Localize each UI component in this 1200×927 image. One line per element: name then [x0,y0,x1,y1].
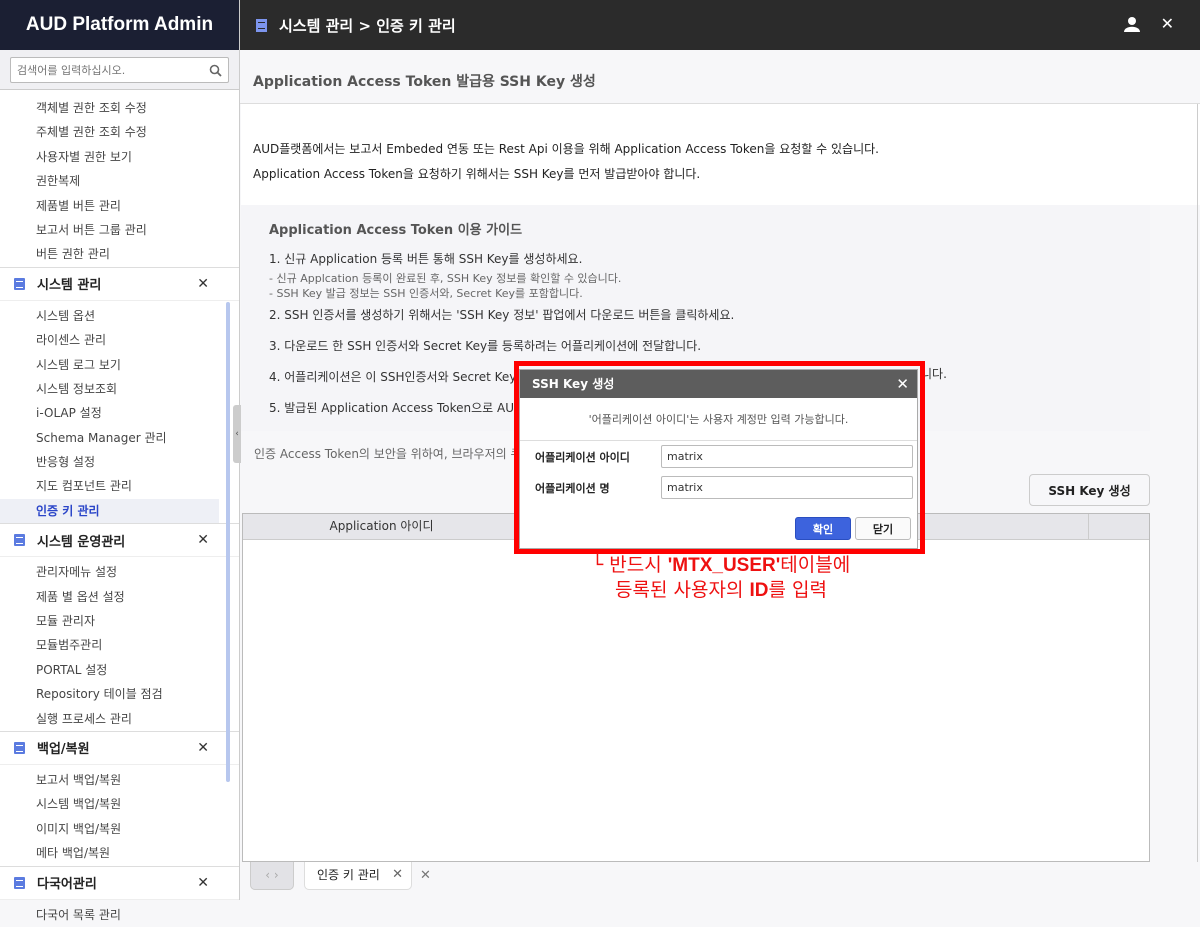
sidebar-section[interactable]: 시스템 관리 ✕ [0,266,239,301]
annotation-bold: 'MTX_USER' [667,555,781,576]
dialog-note: '어플리케이션 아이디'는 사용자 계정만 입력 가능합니다. [520,398,917,441]
dialog-close-icon[interactable]: ✕ [896,370,909,398]
dialog-buttons: 확인 닫기 [795,517,911,540]
sidebar: AUD Platform Admin 객체별 권한 조회 수정주체별 권한 조회… [0,0,240,922]
sidebar-item[interactable]: 보고서 버튼 그룹 관리 [0,218,219,242]
annotation: └ 반드시 'MTX_USER'테이블에 등록된 사용자의 ID를 입력 [556,553,886,603]
sidebar-section[interactable]: 백업/복원 ✕ [0,730,239,765]
sidebar-item[interactable]: 제품 별 옵션 설정 [0,585,219,609]
annotation-text: └ 반드시 [591,554,668,576]
tab-auth-key[interactable]: 인증 키 관리 ✕ [304,862,412,890]
close-button[interactable]: 닫기 [855,517,911,540]
sidebar-item[interactable]: 모듈범주관리 [0,633,219,657]
annotation-bold: ID [749,580,769,601]
search-input[interactable] [17,63,209,77]
bottom-tab-bar: ‹ › 인증 키 관리 ✕ ✕ [240,862,1200,900]
sidebar-item[interactable]: 버튼 권한 관리 [0,242,219,266]
document-icon [14,534,25,547]
sidebar-item[interactable]: 인증 키 관리 [0,498,219,524]
description-line: AUD플랫폼에서는 보고서 Embeded 연동 또는 Rest Api 이용을… [253,142,879,156]
search-box [10,57,229,83]
ssh-key-generate-button[interactable]: SSH Key 생성 [1029,474,1150,506]
page-title: Application Access Token 발급용 SSH Key 생성 [240,51,1200,104]
top-bar: 시스템 관리 > 인증 키 관리 ✕ [240,0,1200,50]
sidebar-item[interactable]: 사용자별 권한 보기 [0,145,219,169]
collapse-section-icon[interactable]: ✕ [197,875,209,891]
close-all-tabs-icon[interactable]: ✕ [420,868,431,883]
document-icon [14,741,25,754]
collapse-section-icon[interactable]: ✕ [197,532,209,548]
sidebar-section-label: 시스템 운영관리 [37,534,126,550]
sidebar-item[interactable]: 제품별 버튼 관리 [0,194,219,218]
sidebar-item[interactable]: Repository 테이블 점검 [0,682,219,706]
sidebar-item[interactable]: 반응형 설정 [0,450,219,474]
sidebar-section[interactable]: 다국어관리 ✕ [0,865,239,900]
field-row: 어플리케이션 아이디 [520,441,917,472]
column-header[interactable]: Application 아이디 [243,514,521,539]
dialog-header: SSH Key 생성 ✕ [520,370,917,398]
sidebar-item[interactable]: 보고서 백업/복원 [0,768,219,792]
confirm-button[interactable]: 확인 [795,517,851,540]
close-icon[interactable]: ✕ [1161,14,1174,33]
guide-sub: - 신규 Applcation 등록이 완료된 후, SSH Key 정보를 확… [269,272,622,285]
description: AUD플랫폼에서는 보고서 Embeded 연동 또는 Rest Api 이용을… [241,104,1200,205]
sidebar-item[interactable]: 라이센스 관리 [0,328,219,352]
guide-sub: - SSH Key 발급 정보는 SSH 인증서와, Secret Key를 포… [269,287,583,300]
sidebar-section-label: 다국어관리 [37,877,97,893]
search-area [0,50,239,90]
sidebar-item[interactable]: Schema Manager 관리 [0,426,219,450]
sidebar-item[interactable]: 시스템 로그 보기 [0,353,219,377]
guide-title: Application Access Token 이용 가이드 [269,223,523,238]
sidebar-item[interactable]: 이미지 백업/복원 [0,817,219,841]
ssh-key-dialog: SSH Key 생성 ✕ '어플리케이션 아이디'는 사용자 계정만 입력 가능… [519,369,918,549]
sidebar-scrollbar[interactable] [226,302,230,782]
sidebar-item[interactable]: 주체별 권한 조회 수정 [0,120,219,144]
sidebar-item[interactable]: PORTAL 설정 [0,658,219,682]
annotation-text: 등록된 사용자의 [615,579,750,601]
tab-close-icon[interactable]: ✕ [392,862,403,888]
sidebar-item[interactable]: 객체별 권한 조회 수정 [0,96,219,120]
sidebar-item[interactable]: i-OLAP 설정 [0,401,219,425]
sidebar-item[interactable]: 시스템 옵션 [0,304,219,328]
sidebar-section-label: 백업/복원 [37,742,90,758]
guide-step: 2. SSH 인증서를 생성하기 위해서는 'SSH Key 정보' 팝업에서 … [269,308,735,322]
guide-step: 1. 신규 Application 등록 버튼 통해 SSH Key를 생성하세… [269,252,583,266]
document-icon [14,876,25,889]
breadcrumb: 시스템 관리 > 인증 키 관리 [279,16,456,35]
sidebar-collapse-handle[interactable]: ‹ [233,405,241,463]
sidebar-menu: 객체별 권한 조회 수정 주체별 권한 조회 수정 사용자별 권한 보기 권한복제 제품… [0,90,239,927]
sidebar-item[interactable]: 관리자메뉴 설정 [0,560,219,584]
field-row: 어플리케이션 명 [520,472,917,503]
collapse-section-icon[interactable]: ✕ [197,276,209,292]
sidebar-item[interactable]: 시스템 백업/복원 [0,792,219,816]
guide-step: 3. 다운로드 한 SSH 인증서와 Secret Key를 등록하려는 어플리… [269,339,702,353]
sidebar-section-label: 시스템 관리 [37,278,102,294]
annotation-text: 테이블에 [780,554,851,576]
sidebar-section[interactable]: 시스템 운영관리 ✕ [0,523,239,558]
app-name-input[interactable] [661,476,913,499]
document-icon [14,277,25,290]
sidebar-item[interactable]: 지도 컴포넌트 관리 [0,474,219,498]
sidebar-item[interactable]: 실행 프로세스 관리 [0,707,219,731]
annotation-text: 를 입력 [768,579,827,601]
sidebar-item[interactable]: 다국어 목록 관리 [0,903,219,927]
sidebar-item[interactable]: 시스템 정보조회 [0,377,219,401]
document-icon [256,18,267,32]
collapse-section-icon[interactable]: ✕ [197,740,209,756]
tab-label: 인증 키 관리 [317,868,380,882]
sidebar-item[interactable]: 권한복제 [0,169,219,193]
security-note: 인증 Access Token의 보안을 위하여, 브라우저의 쿠 [254,447,522,461]
dialog-title: SSH Key 생성 [532,377,615,391]
tab-nav-arrows[interactable]: ‹ › [250,862,294,890]
column-header[interactable] [1089,514,1149,539]
app-id-label: 어플리케이션 아이디 [535,450,630,464]
app-name-label: 어플리케이션 명 [535,481,610,495]
description-line: Application Access Token을 요청하기 위해서는 SSH … [253,167,701,181]
search-icon[interactable] [209,64,222,77]
app-title: AUD Platform Admin [0,0,239,50]
app-id-input[interactable] [661,445,913,468]
user-icon[interactable] [1124,16,1140,32]
sidebar-item[interactable]: 메타 백업/복원 [0,841,219,865]
sidebar-item[interactable]: 모듈 관리자 [0,609,219,633]
